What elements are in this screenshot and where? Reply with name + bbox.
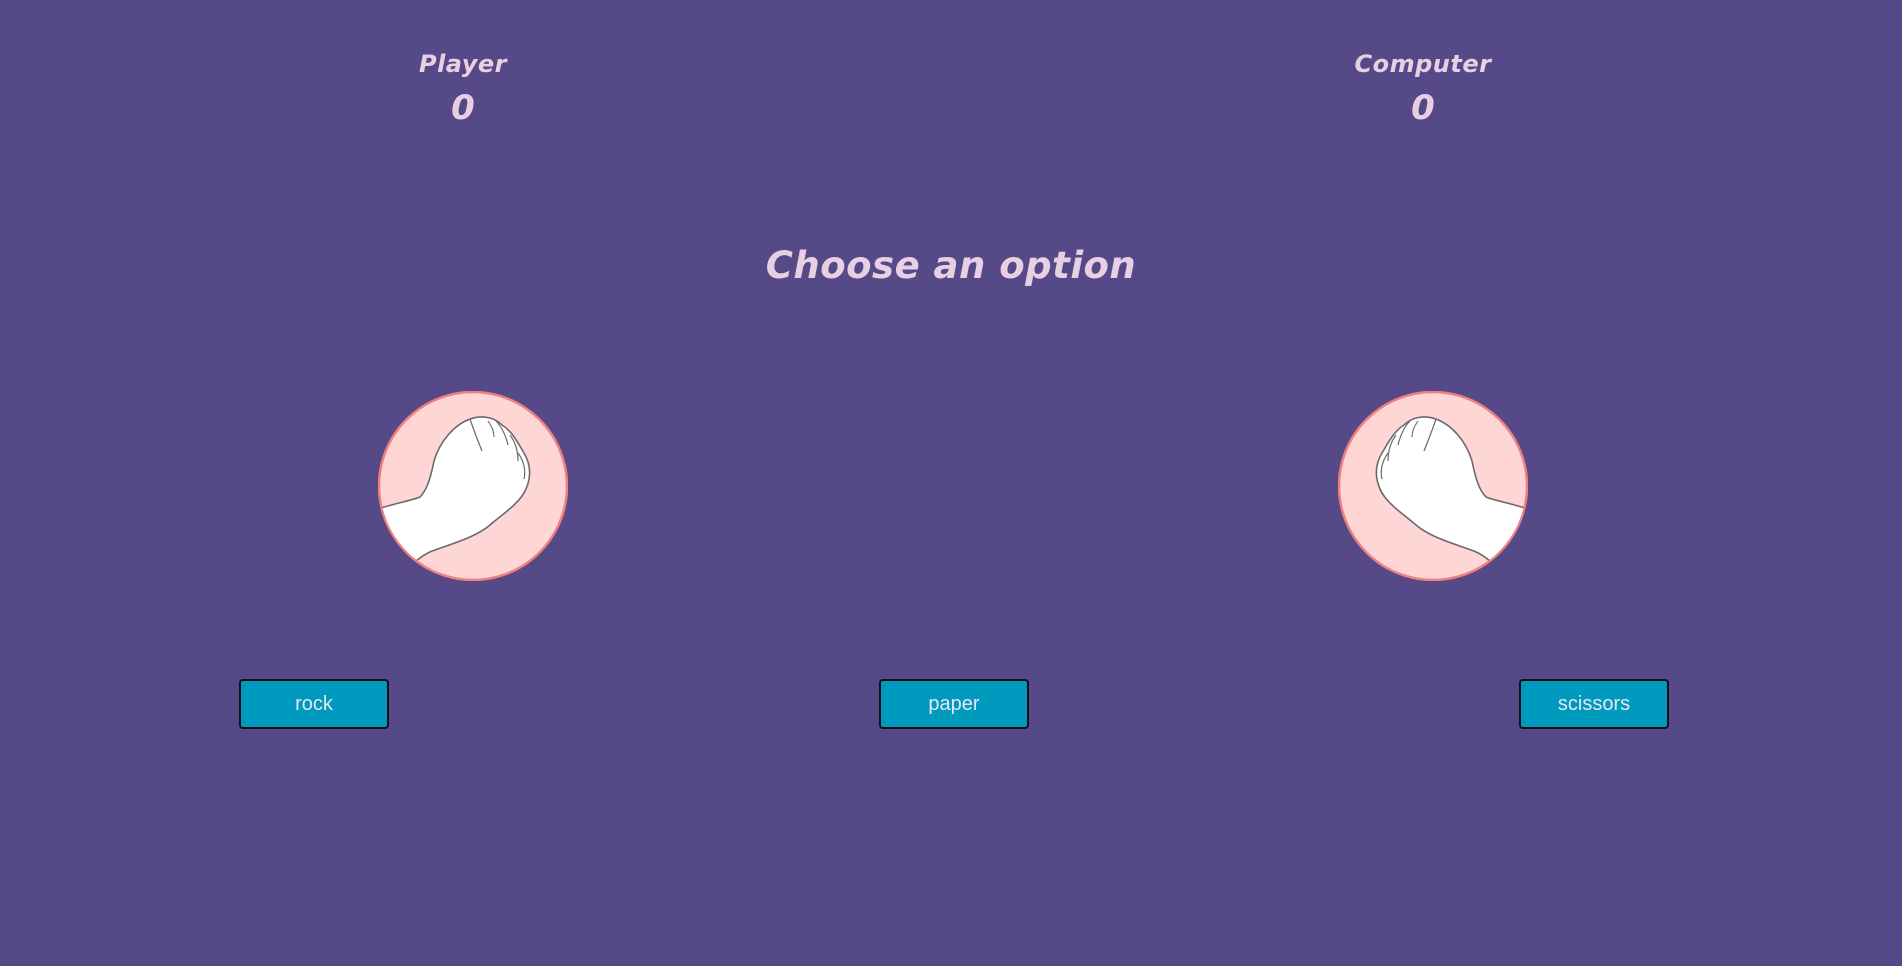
scissors-button[interactable]: scissors xyxy=(1519,679,1669,729)
player-hand xyxy=(378,391,568,581)
paper-button[interactable]: paper xyxy=(879,679,1029,729)
fist-icon xyxy=(1338,391,1528,581)
rock-button[interactable]: rock xyxy=(239,679,389,729)
computer-hand xyxy=(1338,391,1528,581)
player-score-value: 0 xyxy=(451,88,475,128)
player-score-label: Player xyxy=(418,50,508,78)
computer-score-value: 0 xyxy=(1411,88,1435,128)
computer-score-label: Computer xyxy=(1354,50,1492,78)
choose-option-heading: Choose an option xyxy=(765,244,1137,287)
fist-icon xyxy=(378,391,568,581)
